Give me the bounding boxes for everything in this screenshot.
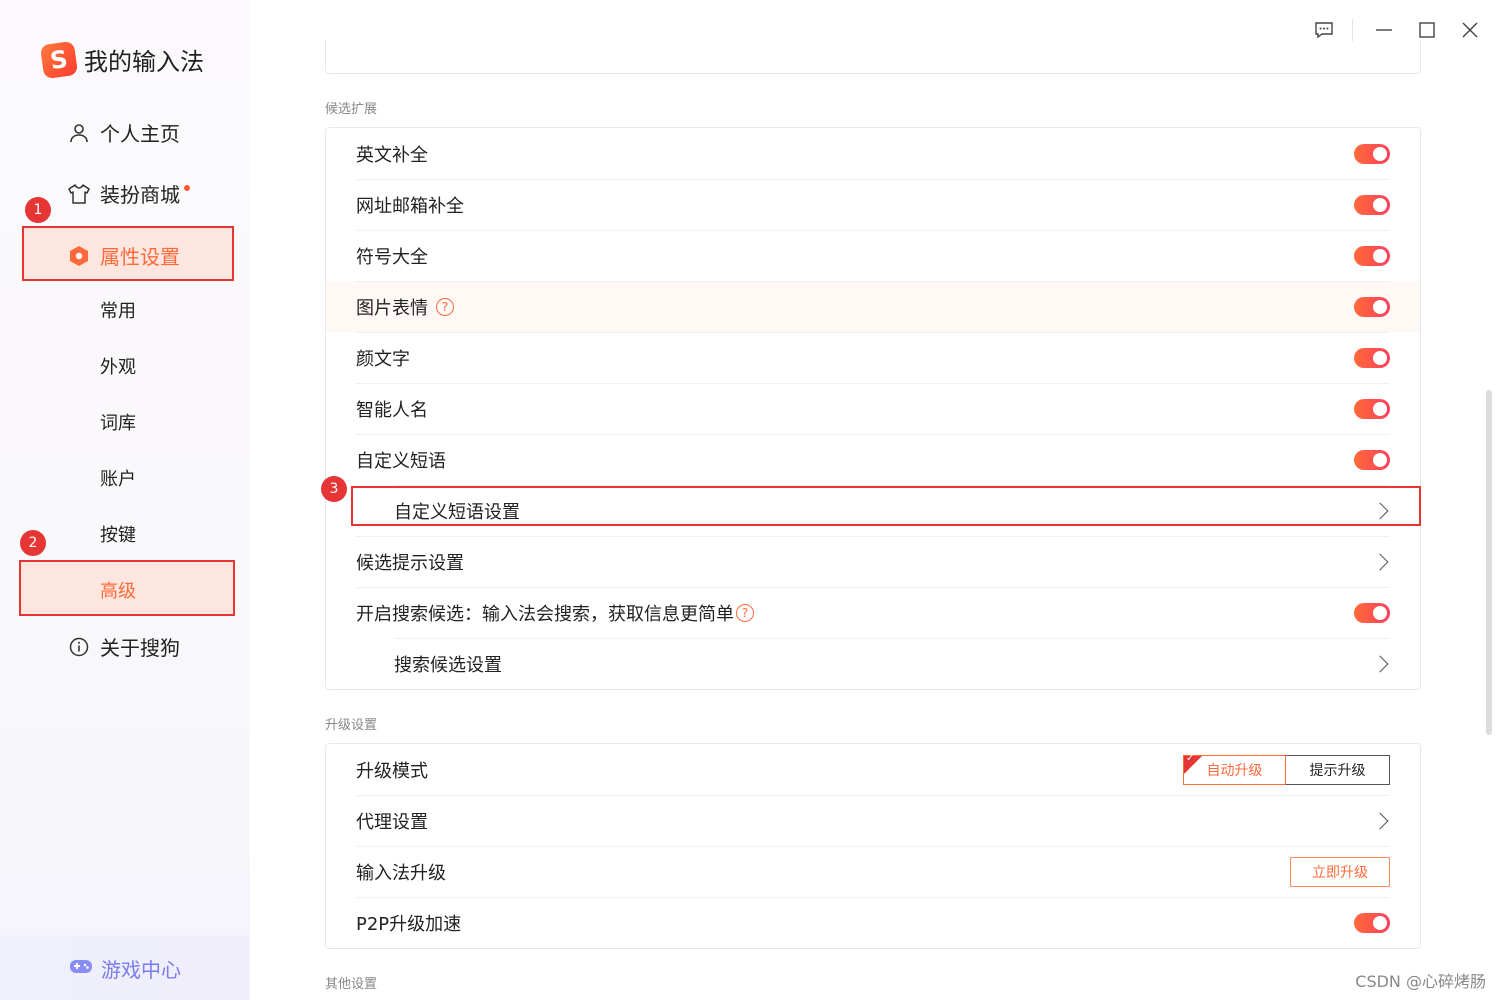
sidebar-subitem-advanced[interactable]: 高级 [100,577,136,603]
setting-label: 升级模式 [356,760,428,782]
setting-label: 图片表情 [356,297,428,319]
setting-label: 开启搜索候选：输入法会搜索，获取信息更简单 [356,603,734,625]
setting-label: 符号大全 [356,246,428,268]
setting-row-url-email: 网址邮箱补全 [326,179,1420,230]
setting-label: 输入法升级 [356,862,446,884]
section-label-other: 其他设置 [325,977,378,992]
kaomoji-toggle[interactable] [1354,347,1390,368]
proxy-settings-link[interactable]: 代理设置 [326,795,1420,846]
annotation-badge-1: 1 [25,197,51,223]
sidebar-subitem-common[interactable]: 常用 [100,297,136,323]
url-email-toggle[interactable] [1354,194,1390,215]
game-center-button[interactable]: 游戏中心 [0,936,250,1000]
english-completion-toggle[interactable] [1354,143,1390,164]
setting-label: 智能人名 [356,399,428,421]
main-panel: 候选扩展 英文补全 网址邮箱补全 符号大全 图片表情 ? 颜文字 智能人名 自定… [250,0,1500,1000]
setting-row-upgrade-mode: 升级模式 自动升级 提示升级 [326,744,1420,795]
settings-hex-icon [68,245,90,267]
chevron-right-icon [1371,553,1389,570]
candidate-hint-settings-link[interactable]: 候选提示设置 [326,536,1420,587]
card-upgrade-settings: 升级模式 自动升级 提示升级 代理设置 输入法升级 立即升级 P2P升级加速 [325,743,1421,949]
app-logo: S 我的输入法 [39,40,204,79]
sidebar: S 我的输入法 个人主页 装扮商城 1 属性设置 常用 外观 词库 账户 按键 … [0,0,250,1000]
setting-label: 自定义短语 [356,450,446,472]
p2p-upgrade-toggle[interactable] [1354,912,1390,933]
setting-label: 英文补全 [356,144,428,166]
smart-names-toggle[interactable] [1354,398,1390,419]
setting-row-smart-names: 智能人名 [326,383,1420,434]
maximize-icon[interactable] [1415,18,1439,42]
notification-dot [184,184,190,191]
setting-label: 颜文字 [356,348,410,370]
setting-row-image-emoji: 图片表情 ? [326,281,1420,332]
option-auto-upgrade[interactable]: 自动升级 [1183,753,1286,785]
help-icon[interactable]: ? [736,603,754,622]
sogou-logo-icon: S [39,40,79,79]
setting-row-english-completion: 英文补全 [326,128,1420,179]
card-candidate-extension: 英文补全 网址邮箱补全 符号大全 图片表情 ? 颜文字 智能人名 自定义短语 自… [325,127,1421,690]
section-label-candidate: 候选扩展 [325,102,378,117]
annotation-badge-3: 3 [321,476,347,502]
sidebar-item-label: 个人主页 [100,122,180,146]
setting-row-ime-upgrade: 输入法升级 立即升级 [326,846,1420,897]
app-title: 我的输入法 [84,48,204,76]
setting-label: P2P升级加速 [356,913,462,935]
sidebar-item-label: 关于搜狗 [100,636,180,660]
setting-row-search-candidate: 开启搜索候选：输入法会搜索，获取信息更简单 ? [326,587,1420,638]
sidebar-subitem-account[interactable]: 账户 [100,465,136,491]
setting-label: 代理设置 [356,811,428,833]
sidebar-item-profile[interactable]: 个人主页 [68,118,180,147]
divider [1352,19,1353,41]
scrollbar[interactable] [1486,390,1492,735]
gamepad-icon [69,957,93,979]
shirt-icon [68,183,90,205]
sidebar-subitem-keys[interactable]: 按键 [100,521,136,547]
watermark: CSDN @心碎烤肠 [1355,972,1486,991]
previous-card-end [325,40,1421,74]
annotation-badge-2: 2 [20,530,46,556]
option-prompt-upgrade[interactable]: 提示升级 [1286,756,1389,784]
setting-row-custom-phrase: 自定义短语 [326,434,1420,485]
setting-label: 搜索候选设置 [394,654,502,676]
sidebar-item-about[interactable]: 关于搜狗 [68,632,180,661]
symbols-toggle[interactable] [1354,245,1390,266]
sidebar-item-label: 装扮商城 [100,183,180,207]
user-icon [68,122,90,144]
custom-phrase-toggle[interactable] [1354,449,1390,470]
setting-label: 网址邮箱补全 [356,195,464,217]
setting-row-symbols: 符号大全 [326,230,1420,281]
section-label-upgrade: 升级设置 [325,718,378,733]
image-emoji-toggle[interactable] [1354,296,1390,317]
highlight-box-custom-phrase [351,486,1421,526]
info-icon [68,636,90,658]
setting-label: 候选提示设置 [356,552,464,574]
sidebar-subitem-dictionary[interactable]: 词库 [100,409,136,435]
help-icon[interactable]: ? [436,297,454,316]
game-center-label: 游戏中心 [101,957,181,982]
search-candidate-toggle[interactable] [1354,602,1390,623]
search-candidate-settings-link[interactable]: 搜索候选设置 [326,638,1420,689]
window-controls [1293,18,1482,42]
sidebar-item-settings[interactable]: 属性设置 [68,241,180,270]
setting-row-kaomoji: 颜文字 [326,332,1420,383]
minimize-icon[interactable] [1372,18,1396,42]
upgrade-now-button[interactable]: 立即升级 [1290,856,1390,887]
sidebar-item-label: 属性设置 [100,245,180,269]
upgrade-mode-segmented: 自动升级 提示升级 [1183,753,1390,785]
sidebar-item-store[interactable]: 装扮商城 [68,179,190,208]
close-icon[interactable] [1458,18,1482,42]
chevron-right-icon [1371,655,1389,672]
feedback-icon[interactable] [1312,18,1336,42]
chevron-right-icon [1371,812,1389,829]
sidebar-subitem-appearance[interactable]: 外观 [100,353,136,379]
setting-row-p2p-upgrade: P2P升级加速 [326,897,1420,948]
